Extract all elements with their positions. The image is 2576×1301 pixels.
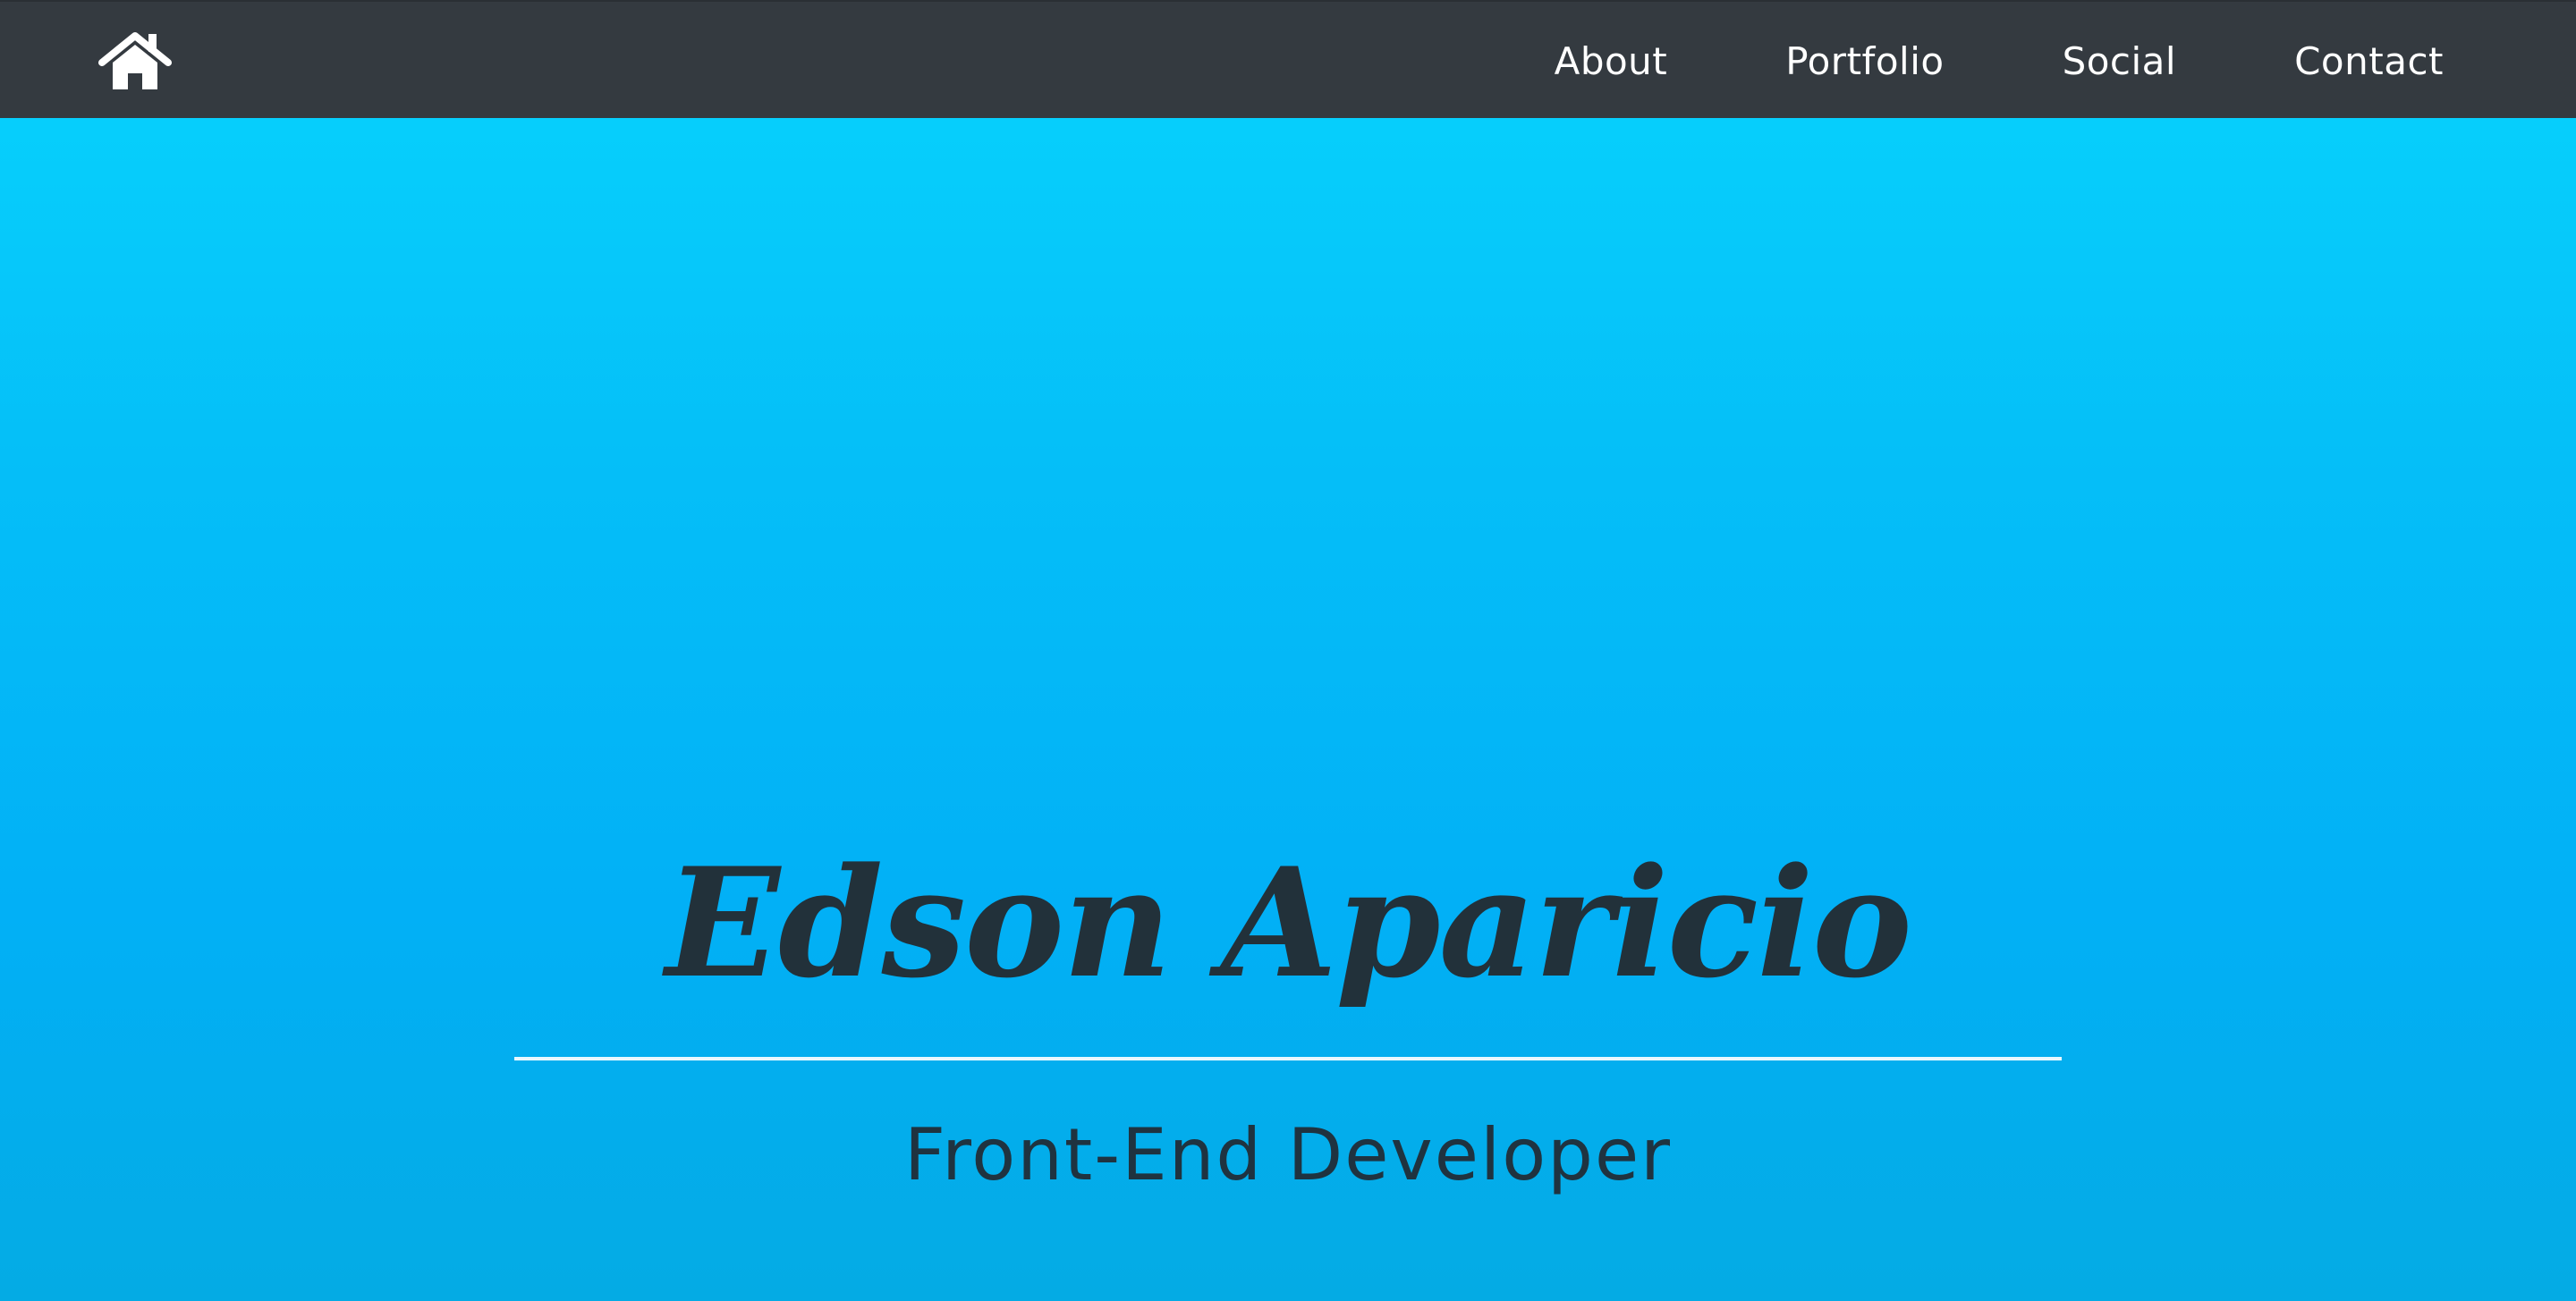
nav-link-social[interactable]: Social (2063, 39, 2177, 83)
hero-subtitle: Front-End Developer (903, 1113, 1673, 1196)
home-icon (98, 30, 172, 91)
navbar: About Portfolio Social Contact (0, 0, 2576, 118)
nav-links: About Portfolio Social Contact (1555, 2, 2444, 120)
hero-divider (514, 1057, 2062, 1060)
nav-link-portfolio[interactable]: Portfolio (1785, 39, 1944, 83)
nav-link-contact[interactable]: Contact (2294, 39, 2444, 83)
hero-section: Edson Aparicio Front-End Developer (0, 118, 2576, 1301)
nav-link-about[interactable]: About (1555, 39, 1668, 83)
home-link[interactable] (98, 30, 172, 91)
hero-name: Edson Aparicio (665, 834, 1912, 1011)
